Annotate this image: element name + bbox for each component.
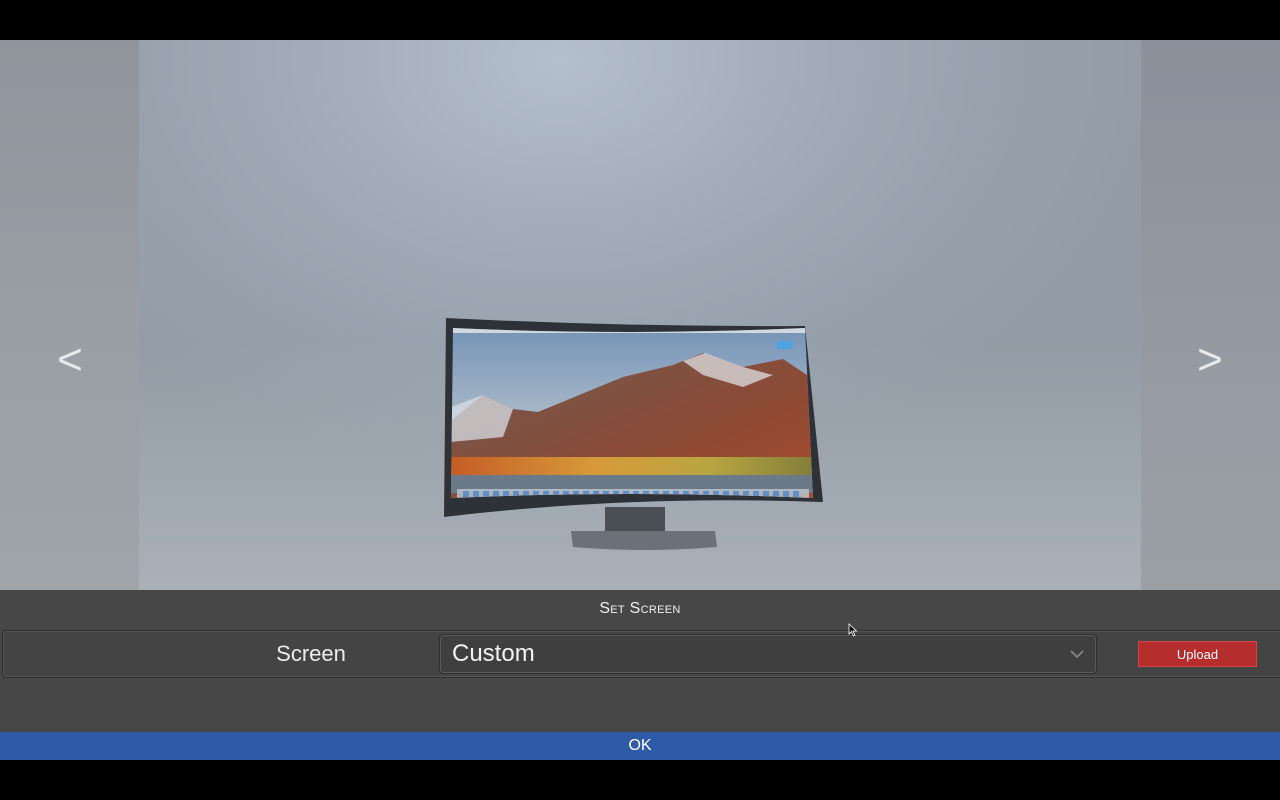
next-button[interactable]: > <box>1180 338 1240 382</box>
chevron-down-icon <box>1070 650 1084 659</box>
previous-button[interactable]: < <box>40 338 100 382</box>
viewport-side-right <box>1141 40 1280 590</box>
upload-button[interactable]: Upload <box>1138 641 1257 667</box>
viewport-side-left <box>0 40 139 590</box>
letterbox-bottom <box>0 760 1280 800</box>
ok-button[interactable]: OK <box>0 732 1280 760</box>
screen-select[interactable]: Custom <box>439 634 1097 674</box>
panel-title: Set Screen <box>599 600 681 617</box>
set-screen-panel: Set Screen Screen Custom <box>0 590 1280 732</box>
monitor-preview <box>444 318 823 550</box>
screen-select-value: Custom <box>452 640 535 667</box>
letterbox-top <box>0 0 1280 40</box>
screen-setting-row: Screen Custom <box>2 630 1280 678</box>
mouse-cursor-icon <box>848 623 858 637</box>
